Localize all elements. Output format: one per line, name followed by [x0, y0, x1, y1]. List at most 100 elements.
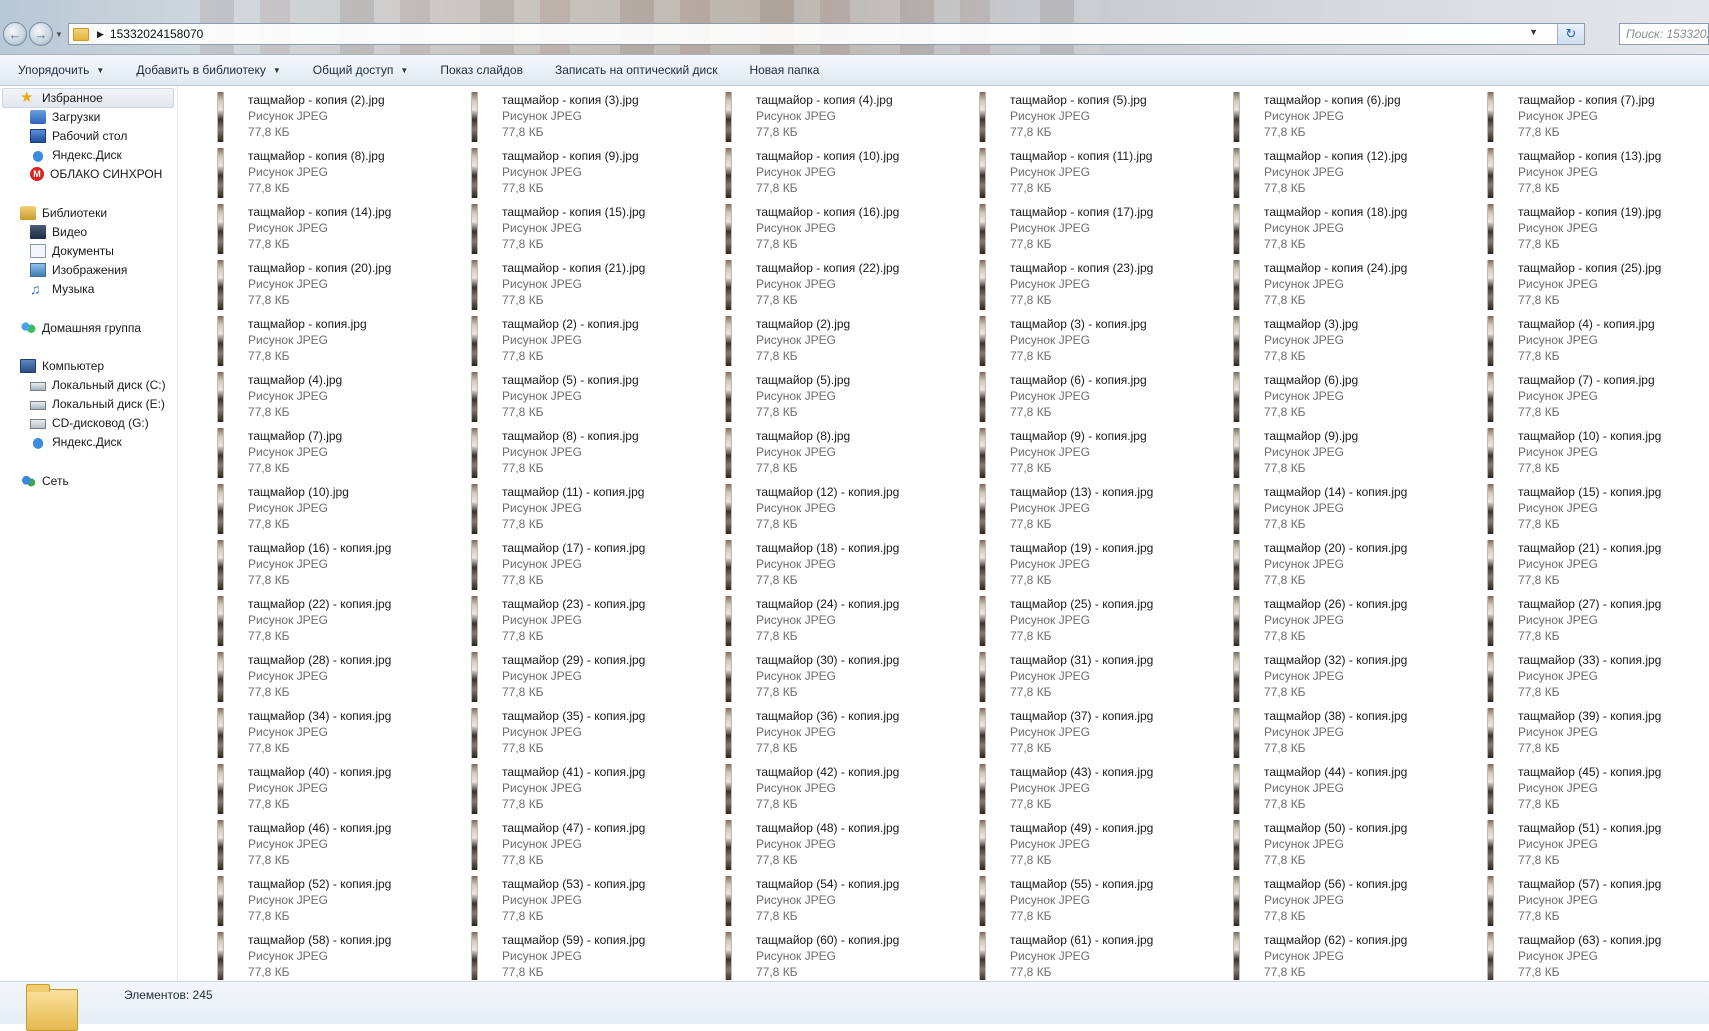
- file-item[interactable]: тащмайор (25) - копия.jpg Рисунок JPEG 77,…: [972, 593, 1226, 649]
- nav-cd-drive[interactable]: CD-дисковод (G:): [0, 413, 177, 433]
- file-item[interactable]: тащмайор (8).jpg Рисунок JPEG 77,8 КБ: [718, 425, 972, 481]
- file-item[interactable]: тащмайор (59) - копия.jpg Рисунок JPEG 77,…: [464, 929, 718, 980]
- file-item[interactable]: тащмайор (58) - копия.jpg Рисунок JPEG 77,…: [210, 929, 464, 980]
- nav-pictures[interactable]: Изображения: [0, 260, 177, 280]
- file-item[interactable]: тащмайор - копия (20).jpg Рисунок JPEG 77,…: [210, 257, 464, 313]
- file-item[interactable]: тащмайор (6) - копия.jpg Рисунок JPEG 77,8…: [972, 369, 1226, 425]
- file-item[interactable]: тащмайор (54) - копия.jpg Рисунок JPEG 77,…: [718, 873, 972, 929]
- file-item[interactable]: тащмайор (61) - копия.jpg Рисунок JPEG 77,…: [972, 929, 1226, 980]
- file-item[interactable]: тащмайор (22) - копия.jpg Рисунок JPEG 77,…: [210, 593, 464, 649]
- file-item[interactable]: тащмайор - копия (15).jpg Рисунок JPEG 77,…: [464, 201, 718, 257]
- file-item[interactable]: тащмайор (5).jpg Рисунок JPEG 77,8 КБ: [718, 369, 972, 425]
- file-item[interactable]: тащмайор (2) - копия.jpg Рисунок JPEG 77,8…: [464, 313, 718, 369]
- file-item[interactable]: тащмайор (7) - копия.jpg Рисунок JPEG 77,8…: [1480, 369, 1709, 425]
- file-item[interactable]: тащмайор (35) - копия.jpg Рисунок JPEG 77,…: [464, 705, 718, 761]
- file-item[interactable]: тащмайор (10).jpg Рисунок JPEG 77,8 КБ: [210, 481, 464, 537]
- file-item[interactable]: тащмайор - копия (18).jpg Рисунок JPEG 77,…: [1226, 201, 1480, 257]
- nav-downloads[interactable]: Загрузки: [0, 107, 177, 127]
- file-item[interactable]: тащмайор (5) - копия.jpg Рисунок JPEG 77,8…: [464, 369, 718, 425]
- file-item[interactable]: тащмайор (2).jpg Рисунок JPEG 77,8 КБ: [718, 313, 972, 369]
- file-item[interactable]: тащмайор (57) - копия.jpg Рисунок JPEG 77,…: [1480, 873, 1709, 929]
- file-item[interactable]: тащмайор (11) - копия.jpg Рисунок JPEG 77,…: [464, 481, 718, 537]
- file-item[interactable]: тащмайор (43) - копия.jpg Рисунок JPEG 77,…: [972, 761, 1226, 817]
- nav-computer[interactable]: Компьютер: [0, 356, 177, 376]
- file-item[interactable]: тащмайор (44) - копия.jpg Рисунок JPEG 77,…: [1226, 761, 1480, 817]
- file-item[interactable]: тащмайор (31) - копия.jpg Рисунок JPEG 77,…: [972, 649, 1226, 705]
- file-item[interactable]: тащмайор (51) - копия.jpg Рисунок JPEG 77,…: [1480, 817, 1709, 873]
- nav-yandex-disk-fav[interactable]: Яндекс.Диск: [0, 145, 177, 165]
- file-item[interactable]: тащмайор (16) - копия.jpg Рисунок JPEG 77,…: [210, 537, 464, 593]
- nav-music[interactable]: ♫ Музыка: [0, 279, 177, 299]
- breadcrumb-arrow-icon[interactable]: ▶: [97, 29, 104, 40]
- file-item[interactable]: тащмайор (32) - копия.jpg Рисунок JPEG 77,…: [1226, 649, 1480, 705]
- file-item[interactable]: тащмайор (49) - копия.jpg Рисунок JPEG 77,…: [972, 817, 1226, 873]
- address-dropdown-icon[interactable]: ▼: [1529, 27, 1538, 37]
- file-item[interactable]: тащмайор (24) - копия.jpg Рисунок JPEG 77,…: [718, 593, 972, 649]
- nav-yandex-disk[interactable]: Яндекс.Диск: [0, 432, 177, 452]
- file-item[interactable]: тащмайор (30) - копия.jpg Рисунок JPEG 77,…: [718, 649, 972, 705]
- file-item[interactable]: тащмайор (21) - копия.jpg Рисунок JPEG 77,…: [1480, 537, 1709, 593]
- file-item[interactable]: тащмайор - копия (14).jpg Рисунок JPEG 77,…: [210, 201, 464, 257]
- file-item[interactable]: тащмайор (10) - копия.jpg Рисунок JPEG 77,…: [1480, 425, 1709, 481]
- file-item[interactable]: тащмайор (3).jpg Рисунок JPEG 77,8 КБ: [1226, 313, 1480, 369]
- nav-documents[interactable]: Документы: [0, 241, 177, 261]
- file-item[interactable]: тащмайор - копия (25).jpg Рисунок JPEG 77,…: [1480, 257, 1709, 313]
- file-item[interactable]: тащмайор (45) - копия.jpg Рисунок JPEG 77,…: [1480, 761, 1709, 817]
- file-item[interactable]: тащмайор (38) - копия.jpg Рисунок JPEG 77,…: [1226, 705, 1480, 761]
- file-item[interactable]: тащмайор (60) - копия.jpg Рисунок JPEG 77,…: [718, 929, 972, 980]
- nav-cloud-sync[interactable]: M ОБЛАКО СИНХРОН: [0, 164, 177, 184]
- file-item[interactable]: тащмайор (3) - копия.jpg Рисунок JPEG 77,8…: [972, 313, 1226, 369]
- file-item[interactable]: тащмайор (14) - копия.jpg Рисунок JPEG 77,…: [1226, 481, 1480, 537]
- file-item[interactable]: тащмайор - копия (4).jpg Рисунок JPEG 77,8…: [718, 89, 972, 145]
- file-item[interactable]: тащмайор (28) - копия.jpg Рисунок JPEG 77,…: [210, 649, 464, 705]
- recent-pages-dropdown-icon[interactable]: ▼: [55, 30, 63, 39]
- file-item[interactable]: тащмайор (18) - копия.jpg Рисунок JPEG 77,…: [718, 537, 972, 593]
- file-item[interactable]: тащмайор (8) - копия.jpg Рисунок JPEG 77,8…: [464, 425, 718, 481]
- file-item[interactable]: тащмайор (20) - копия.jpg Рисунок JPEG 77,…: [1226, 537, 1480, 593]
- file-item[interactable]: тащмайор (19) - копия.jpg Рисунок JPEG 77,…: [972, 537, 1226, 593]
- file-item[interactable]: тащмайор (17) - копия.jpg Рисунок JPEG 77,…: [464, 537, 718, 593]
- forward-button[interactable]: →: [29, 22, 53, 46]
- slideshow-button[interactable]: Показ слайдов: [422, 63, 537, 77]
- file-item[interactable]: тащмайор - копия (22).jpg Рисунок JPEG 77,…: [718, 257, 972, 313]
- file-item[interactable]: тащмайор - копия (13).jpg Рисунок JPEG 77,…: [1480, 145, 1709, 201]
- back-button[interactable]: ←: [3, 22, 27, 46]
- file-item[interactable]: тащмайор - копия (9).jpg Рисунок JPEG 77,8…: [464, 145, 718, 201]
- breadcrumb-current-folder[interactable]: 15332024158070: [110, 27, 203, 41]
- file-item[interactable]: тащмайор - копия (24).jpg Рисунок JPEG 77,…: [1226, 257, 1480, 313]
- nav-drive-c[interactable]: Локальный диск (C:): [0, 375, 177, 395]
- share-menu[interactable]: Общий доступ ▼: [295, 63, 423, 77]
- file-item[interactable]: тащмайор - копия (12).jpg Рисунок JPEG 77,…: [1226, 145, 1480, 201]
- file-item[interactable]: тащмайор (56) - копия.jpg Рисунок JPEG 77,…: [1226, 873, 1480, 929]
- add-to-library-menu[interactable]: Добавить в библиотеку ▼: [118, 63, 294, 77]
- nav-drive-e[interactable]: Локальный диск (E:): [0, 394, 177, 414]
- file-item[interactable]: тащмайор (7).jpg Рисунок JPEG 77,8 КБ: [210, 425, 464, 481]
- file-item[interactable]: тащмайор (40) - копия.jpg Рисунок JPEG 77,…: [210, 761, 464, 817]
- file-item[interactable]: тащмайор (15) - копия.jpg Рисунок JPEG 77,…: [1480, 481, 1709, 537]
- file-item[interactable]: тащмайор (36) - копия.jpg Рисунок JPEG 77,…: [718, 705, 972, 761]
- file-item[interactable]: тащмайор (42) - копия.jpg Рисунок JPEG 77,…: [718, 761, 972, 817]
- organize-menu[interactable]: Упорядочить ▼: [0, 63, 118, 77]
- file-item[interactable]: тащмайор (26) - копия.jpg Рисунок JPEG 77,…: [1226, 593, 1480, 649]
- file-item[interactable]: тащмайор (63) - копия.jpg Рисунок JPEG 77,…: [1480, 929, 1709, 980]
- file-item[interactable]: тащмайор (37) - копия.jpg Рисунок JPEG 77,…: [972, 705, 1226, 761]
- file-item[interactable]: тащмайор (48) - копия.jpg Рисунок JPEG 77,…: [718, 817, 972, 873]
- file-item[interactable]: тащмайор (46) - копия.jpg Рисунок JPEG 77,…: [210, 817, 464, 873]
- file-item[interactable]: тащмайор (41) - копия.jpg Рисунок JPEG 77,…: [464, 761, 718, 817]
- file-item[interactable]: тащмайор (13) - копия.jpg Рисунок JPEG 77,…: [972, 481, 1226, 537]
- refresh-button[interactable]: ↻: [1557, 24, 1584, 44]
- file-item[interactable]: тащмайор (29) - копия.jpg Рисунок JPEG 77,…: [464, 649, 718, 705]
- nav-favorites[interactable]: ★ Избранное: [0, 88, 177, 108]
- file-item[interactable]: тащмайор - копия (2).jpg Рисунок JPEG 77,8…: [210, 89, 464, 145]
- file-item[interactable]: тащмайор - копия (10).jpg Рисунок JPEG 77,…: [718, 145, 972, 201]
- file-item[interactable]: тащмайор - копия (23).jpg Рисунок JPEG 77,…: [972, 257, 1226, 313]
- file-item[interactable]: тащмайор (62) - копия.jpg Рисунок JPEG 77,…: [1226, 929, 1480, 980]
- nav-desktop[interactable]: Рабочий стол: [0, 126, 177, 146]
- file-item[interactable]: тащмайор (47) - копия.jpg Рисунок JPEG 77,…: [464, 817, 718, 873]
- file-item[interactable]: тащмайор (55) - копия.jpg Рисунок JPEG 77,…: [972, 873, 1226, 929]
- file-item[interactable]: тащмайор - копия (16).jpg Рисунок JPEG 77,…: [718, 201, 972, 257]
- new-folder-button[interactable]: Новая папка: [731, 63, 833, 77]
- file-item[interactable]: тащмайор - копия (19).jpg Рисунок JPEG 77,…: [1480, 201, 1709, 257]
- file-item[interactable]: тащмайор (4).jpg Рисунок JPEG 77,8 КБ: [210, 369, 464, 425]
- burn-disc-button[interactable]: Записать на оптический диск: [537, 63, 732, 77]
